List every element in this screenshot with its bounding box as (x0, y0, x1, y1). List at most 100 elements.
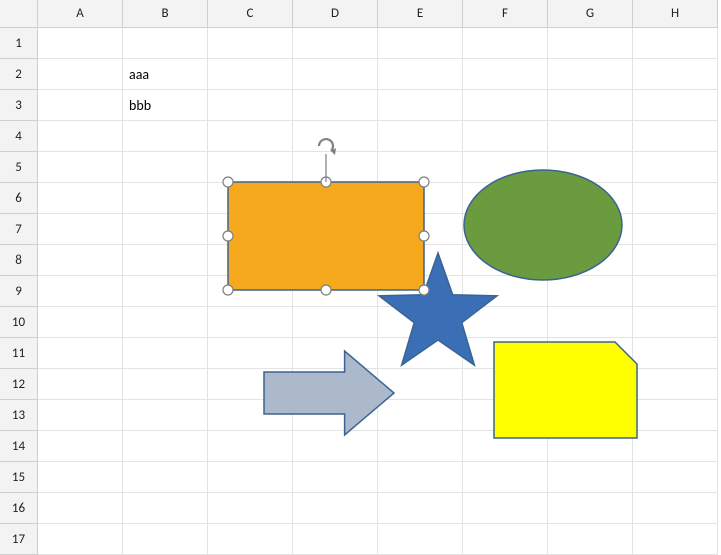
cell-D16[interactable] (293, 493, 378, 524)
row-header-3[interactable]: 3 (0, 90, 38, 121)
cell-H4[interactable] (633, 121, 718, 152)
cell-H12[interactable] (633, 369, 718, 400)
cell-D11[interactable] (293, 338, 378, 369)
cell-B8[interactable] (123, 245, 208, 276)
cell-F15[interactable] (463, 462, 548, 493)
cell-A3[interactable] (38, 90, 123, 121)
cell-H2[interactable] (633, 59, 718, 90)
cell-A7[interactable] (38, 214, 123, 245)
cell-A15[interactable] (38, 462, 123, 493)
row-header-4[interactable]: 4 (0, 121, 38, 152)
cell-A1[interactable] (38, 28, 123, 59)
cell-A2[interactable] (38, 59, 123, 90)
cell-C11[interactable] (208, 338, 293, 369)
cell-B9[interactable] (123, 276, 208, 307)
row-header-8[interactable]: 8 (0, 245, 38, 276)
cell-H17[interactable] (633, 524, 718, 555)
cell-B2[interactable]: aaa (123, 59, 208, 90)
select-all-corner[interactable] (0, 0, 38, 28)
row-header-7[interactable]: 7 (0, 214, 38, 245)
column-header-D[interactable]: D (293, 0, 378, 28)
cell-F1[interactable] (463, 28, 548, 59)
cell-C16[interactable] (208, 493, 293, 524)
cell-E16[interactable] (378, 493, 463, 524)
column-header-E[interactable]: E (378, 0, 463, 28)
cell-C5[interactable] (208, 152, 293, 183)
cell-H13[interactable] (633, 400, 718, 431)
cell-B11[interactable] (123, 338, 208, 369)
column-header-F[interactable]: F (463, 0, 548, 28)
row-header-15[interactable]: 15 (0, 462, 38, 493)
cell-A10[interactable] (38, 307, 123, 338)
column-header-G[interactable]: G (548, 0, 633, 28)
cell-A13[interactable] (38, 400, 123, 431)
cell-F16[interactable] (463, 493, 548, 524)
selection-handle[interactable] (419, 285, 429, 295)
cell-B10[interactable] (123, 307, 208, 338)
cell-G3[interactable] (548, 90, 633, 121)
cell-E2[interactable] (378, 59, 463, 90)
column-header-H[interactable]: H (633, 0, 718, 28)
cell-B5[interactable] (123, 152, 208, 183)
cell-D17[interactable] (293, 524, 378, 555)
cell-H6[interactable] (633, 183, 718, 214)
selection-handle[interactable] (223, 285, 233, 295)
cell-H16[interactable] (633, 493, 718, 524)
cell-D14[interactable] (293, 431, 378, 462)
cell-G15[interactable] (548, 462, 633, 493)
cell-H3[interactable] (633, 90, 718, 121)
selection-handle[interactable] (223, 177, 233, 187)
row-header-12[interactable]: 12 (0, 369, 38, 400)
cell-A12[interactable] (38, 369, 123, 400)
cell-H10[interactable] (633, 307, 718, 338)
row-header-10[interactable]: 10 (0, 307, 38, 338)
column-header-C[interactable]: C (208, 0, 293, 28)
cell-A16[interactable] (38, 493, 123, 524)
cell-E4[interactable] (378, 121, 463, 152)
cell-A5[interactable] (38, 152, 123, 183)
cell-A6[interactable] (38, 183, 123, 214)
cell-E17[interactable] (378, 524, 463, 555)
cell-E1[interactable] (378, 28, 463, 59)
cell-H8[interactable] (633, 245, 718, 276)
cell-B13[interactable] (123, 400, 208, 431)
cell-G17[interactable] (548, 524, 633, 555)
cell-H1[interactable] (633, 28, 718, 59)
cell-D3[interactable] (293, 90, 378, 121)
cell-H5[interactable] (633, 152, 718, 183)
cell-E14[interactable] (378, 431, 463, 462)
cell-C4[interactable] (208, 121, 293, 152)
cell-F4[interactable] (463, 121, 548, 152)
selection-handle[interactable] (419, 177, 429, 187)
cell-G9[interactable] (548, 276, 633, 307)
shape-snip-rectangle[interactable] (494, 342, 637, 438)
cell-E3[interactable] (378, 90, 463, 121)
cell-H11[interactable] (633, 338, 718, 369)
cell-D5[interactable] (293, 152, 378, 183)
cell-B15[interactable] (123, 462, 208, 493)
row-header-11[interactable]: 11 (0, 338, 38, 369)
cell-B1[interactable] (123, 28, 208, 59)
cell-F3[interactable] (463, 90, 548, 121)
cell-D4[interactable] (293, 121, 378, 152)
cell-G10[interactable] (548, 307, 633, 338)
cell-A9[interactable] (38, 276, 123, 307)
selection-handle[interactable] (321, 285, 331, 295)
cell-D2[interactable] (293, 59, 378, 90)
cell-B3[interactable]: bbb (123, 90, 208, 121)
cell-H14[interactable] (633, 431, 718, 462)
shape-rectangle[interactable] (228, 182, 424, 290)
cell-G1[interactable] (548, 28, 633, 59)
cell-B6[interactable] (123, 183, 208, 214)
row-header-14[interactable]: 14 (0, 431, 38, 462)
cell-A4[interactable] (38, 121, 123, 152)
cell-A8[interactable] (38, 245, 123, 276)
cell-C15[interactable] (208, 462, 293, 493)
row-header-16[interactable]: 16 (0, 493, 38, 524)
row-header-2[interactable]: 2 (0, 59, 38, 90)
cell-B17[interactable] (123, 524, 208, 555)
row-header-9[interactable]: 9 (0, 276, 38, 307)
cell-A17[interactable] (38, 524, 123, 555)
selection-handle[interactable] (223, 231, 233, 241)
row-header-5[interactable]: 5 (0, 152, 38, 183)
